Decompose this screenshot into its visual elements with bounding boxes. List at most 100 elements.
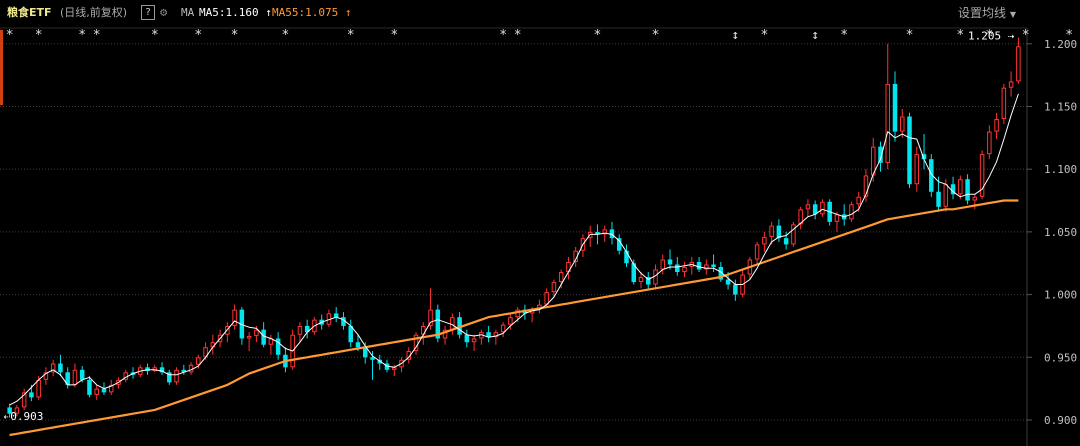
candle-body — [834, 214, 840, 222]
y-tick-label: 1.200 — [1044, 38, 1077, 51]
candle — [921, 134, 927, 170]
gear-icon[interactable]: ⚙ — [160, 5, 167, 19]
candle-body — [907, 116, 912, 185]
candle — [987, 125, 992, 160]
candle-body — [29, 392, 34, 398]
candle-body — [471, 338, 477, 343]
candle-body — [254, 329, 259, 336]
candle — [108, 379, 114, 395]
candle — [914, 146, 920, 192]
candle — [616, 234, 622, 255]
event-marker: * — [35, 28, 43, 43]
candle — [159, 362, 165, 375]
event-marker: * — [840, 28, 848, 43]
candle-body — [682, 266, 687, 273]
event-marker: * — [194, 28, 202, 43]
help-icon[interactable]: ? — [141, 5, 155, 20]
candle-body — [333, 313, 339, 318]
candle-body — [958, 179, 963, 195]
candlestick-chart[interactable]: **************↕*↕******** 1.2001.1501.10… — [0, 0, 1080, 446]
candle — [812, 200, 818, 220]
y-tick-label: 1.150 — [1044, 100, 1077, 113]
candle-body — [856, 196, 861, 205]
candle — [333, 307, 339, 323]
candle — [972, 194, 978, 210]
candle-body — [1008, 81, 1014, 88]
candle — [457, 312, 462, 339]
y-tick-label: 1.100 — [1044, 163, 1077, 176]
candle — [849, 201, 854, 222]
chart-header: 粮食ETF (日线,前复权) ? ⚙ MA MA5:1.160 ↑ MA55:1… — [0, 0, 1080, 26]
event-marker: * — [231, 28, 239, 43]
candle — [1008, 71, 1014, 97]
candle-body — [1016, 46, 1021, 82]
candle — [210, 334, 216, 355]
candle-body — [638, 277, 644, 283]
event-marker: * — [760, 28, 768, 43]
period-label[interactable]: (日线,前复权) — [60, 6, 127, 20]
y-tick-label: 1.000 — [1044, 289, 1077, 302]
ma5-line — [9, 93, 1019, 406]
candle-body — [900, 116, 905, 132]
set-ma-button[interactable]: 设置均线 ▼ — [958, 6, 1016, 22]
ma-label: MA — [181, 6, 195, 19]
candle — [399, 357, 404, 373]
chevron-down-icon: ▼ — [1009, 10, 1016, 19]
event-marker: * — [906, 28, 914, 43]
candle-body — [820, 201, 825, 215]
candle — [950, 176, 956, 200]
candle — [754, 241, 760, 265]
candle — [798, 206, 803, 230]
candle — [304, 319, 310, 339]
candle-body — [783, 238, 789, 245]
candle-body — [551, 282, 557, 293]
candle — [704, 259, 709, 275]
extreme-markers: 1.205 ⇢ ⇠0.903 — [4, 30, 1015, 424]
y-tick-label: 0.900 — [1044, 414, 1077, 427]
candle-body — [616, 238, 622, 251]
candle — [326, 309, 332, 328]
candle — [65, 367, 70, 389]
candle — [225, 322, 230, 343]
ma55-line — [9, 199, 1019, 437]
candle — [841, 204, 847, 226]
event-marker: * — [594, 28, 602, 43]
security-title[interactable]: 粮食ETF — [7, 6, 52, 20]
candle — [167, 369, 172, 385]
candle-body — [769, 225, 774, 237]
candle-body — [36, 379, 41, 398]
event-marker: * — [514, 28, 522, 43]
candle-body — [711, 264, 716, 267]
candle-body — [849, 204, 854, 220]
event-marker: * — [1022, 28, 1030, 43]
ma5-up-arrow-icon: ↑ — [265, 6, 272, 19]
candle-body — [508, 317, 513, 325]
candle-body — [196, 357, 201, 365]
candle — [609, 221, 615, 245]
candle-body — [558, 272, 564, 283]
ma55-value: MA55:1.075 ↑ — [272, 6, 351, 20]
candle-body — [87, 379, 92, 395]
candle-body — [653, 269, 658, 285]
event-marker: * — [93, 28, 101, 43]
candle — [246, 332, 252, 352]
candle-body — [754, 244, 760, 260]
candle — [682, 261, 687, 278]
candle — [123, 369, 128, 383]
candle — [885, 43, 890, 170]
y-axis: 1.200 1.150 1.100 1.050 1.000 0.950 0.900 — [1027, 38, 1077, 427]
candle-body — [246, 335, 252, 339]
candle-body — [675, 264, 680, 273]
event-markers: **************↕*↕******** — [6, 28, 1073, 43]
candle — [471, 334, 477, 352]
ma5-value: MA5:1.160 ↑ — [199, 6, 272, 20]
candle-body — [464, 334, 470, 343]
candle-body — [936, 191, 941, 207]
candle-body — [544, 292, 549, 305]
candle-body — [392, 367, 397, 370]
candle-body — [79, 369, 85, 380]
candle — [464, 329, 470, 348]
candle-body — [355, 342, 361, 348]
candle — [21, 388, 27, 410]
low-label: ⇠0.903 — [4, 410, 44, 423]
